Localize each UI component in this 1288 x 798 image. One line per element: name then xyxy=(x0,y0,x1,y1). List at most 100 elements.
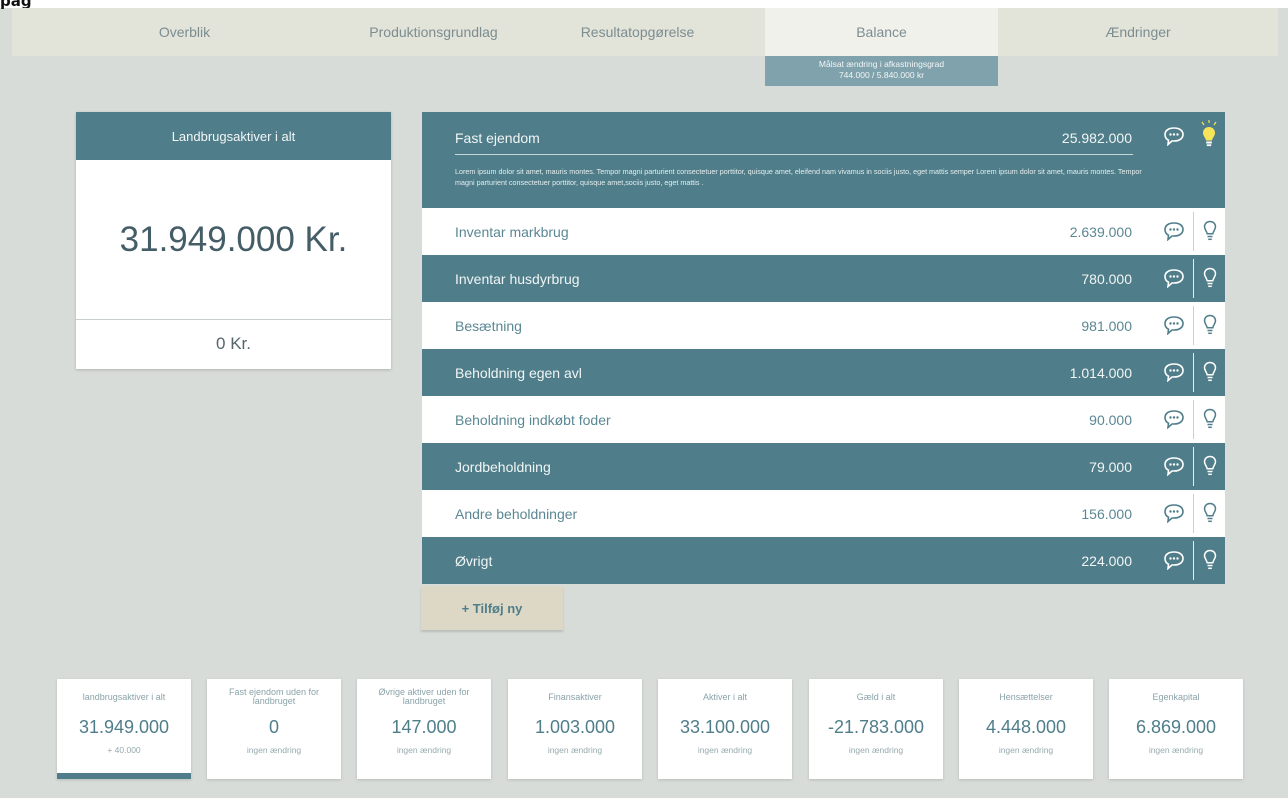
summary-value: 4.448.000 xyxy=(985,717,1067,737)
summary-change: ingen ændring xyxy=(998,745,1054,755)
comment-icon[interactable] xyxy=(1163,126,1185,146)
summary-value: -21.783.000 xyxy=(827,717,925,737)
lightbulb-icon[interactable] xyxy=(1203,502,1217,524)
asset-description: Lorem ipsum dolor sit amet, mauris monte… xyxy=(455,167,1142,187)
summary-card-finansaktiver[interactable]: Finansaktiver 1.003.000 ingen ændring xyxy=(508,679,642,779)
row-separator xyxy=(1193,541,1194,580)
summary-title: Fast ejendom uden for landbruget xyxy=(228,687,320,706)
asset-value: 780.000 xyxy=(1081,270,1132,287)
tip-line-1: Målsat ændring i afkastningsgrad xyxy=(818,59,945,69)
asset-value: 1.014.000 xyxy=(1069,364,1132,381)
summary-title: Egenkapital xyxy=(1152,691,1200,702)
top-strip xyxy=(0,0,1288,8)
asset-value: 2.639.000 xyxy=(1069,223,1132,240)
summary-card-ovrige-aktiver[interactable]: Øvrige aktiver uden for landbruget 147.0… xyxy=(357,679,491,779)
asset-label: Øvrigt xyxy=(455,552,493,569)
row-separator xyxy=(1193,306,1194,345)
asset-label: Inventar markbrug xyxy=(455,223,569,240)
lightbulb-icon[interactable] xyxy=(1203,267,1217,289)
summary-change: + 40.000 xyxy=(107,745,141,755)
asset-row-beholdning-indkobt-foder[interactable]: Beholdning indkøbt foder 90.000 xyxy=(422,396,1225,443)
asset-label: Fast ejendom xyxy=(455,130,540,146)
asset-label: Beholdning indkøbt foder xyxy=(455,411,611,428)
summary-value: 31.949.000 xyxy=(78,717,170,737)
row-separator xyxy=(1193,494,1194,533)
summary-change: ingen ændring xyxy=(246,745,302,755)
asset-value: 981.000 xyxy=(1081,317,1132,334)
active-indicator xyxy=(57,773,191,779)
summary-value: 33.100.000 xyxy=(679,717,771,737)
balance-target-tip: Målsat ændring i afkastningsgrad 744.000… xyxy=(765,56,998,86)
asset-list: Fast ejendom 25.982.000 Lorem ipsum dolo… xyxy=(422,112,1225,584)
summary-title: Finansaktiver xyxy=(548,691,602,702)
summary-title: Hensættelser xyxy=(999,691,1053,702)
summary-title: Aktiver i alt xyxy=(702,691,747,702)
asset-value: 224.000 xyxy=(1081,552,1132,569)
summary-card-landbrugsaktiver[interactable]: landbrugsaktiver i alt 31.949.000 + 40.0… xyxy=(57,679,191,779)
lightbulb-icon[interactable] xyxy=(1203,549,1217,571)
summary-change: ingen ændring xyxy=(547,745,603,755)
tab-overblik[interactable]: Overblik xyxy=(12,8,357,56)
tab-resultatopgorelse[interactable]: Resultatopgørelse xyxy=(510,8,765,56)
lightbulb-icon[interactable] xyxy=(1203,361,1217,383)
lightbulb-icon[interactable] xyxy=(1203,220,1217,242)
asset-row-inventar-husdyrbrug[interactable]: Inventar husdyrbrug 780.000 xyxy=(422,255,1225,302)
comment-icon[interactable] xyxy=(1163,409,1185,429)
lightbulb-icon[interactable] xyxy=(1203,408,1217,430)
comment-icon[interactable] xyxy=(1163,315,1185,335)
tab-balance[interactable]: Balance xyxy=(765,8,998,56)
row-separator xyxy=(1193,259,1194,298)
summary-card-hensaettelser[interactable]: Hensættelser 4.448.000 ingen ændring xyxy=(959,679,1093,779)
summary-card-aktiver-i-alt[interactable]: Aktiver i alt 33.100.000 ingen ændring xyxy=(658,679,792,779)
summary-value: 6.869.000 xyxy=(1135,717,1217,737)
add-new-button[interactable]: + Tilføj ny xyxy=(421,586,563,630)
summary-card-gaeld-i-alt[interactable]: Gæld i alt -21.783.000 ingen ændring xyxy=(809,679,943,779)
summary-change: ingen ændring xyxy=(396,745,452,755)
total-card-change: 0 Kr. xyxy=(216,334,251,353)
row-separator xyxy=(1193,447,1194,486)
asset-label: Besætning xyxy=(455,317,522,334)
asset-label: Jordbeholdning xyxy=(455,458,551,475)
summary-value: 0 xyxy=(268,717,279,737)
asset-value: 25.982.000 xyxy=(1061,130,1132,146)
asset-value: 156.000 xyxy=(1081,505,1132,522)
total-card-title: Landbrugsaktiver i alt xyxy=(76,112,391,160)
summary-title: Øvrige aktiver uden for landbruget xyxy=(378,687,470,706)
comment-icon[interactable] xyxy=(1163,362,1185,382)
summary-change: ingen ændring xyxy=(697,745,753,755)
asset-row-inventar-markbrug[interactable]: Inventar markbrug 2.639.000 xyxy=(422,208,1225,255)
summary-change: ingen ændring xyxy=(1148,745,1204,755)
landbrugsaktiver-total-card: Landbrugsaktiver i alt 31.949.000 Kr. 0 … xyxy=(76,112,391,369)
tab-produktionsgrundlag[interactable]: Produktionsgrundlag xyxy=(357,8,510,56)
asset-value: 79.000 xyxy=(1089,458,1132,475)
asset-row-fast-ejendom[interactable]: Fast ejendom 25.982.000 Lorem ipsum dolo… xyxy=(422,112,1225,208)
lightbulb-icon[interactable] xyxy=(1203,314,1217,336)
asset-row-ovrigt[interactable]: Øvrigt 224.000 xyxy=(422,537,1225,584)
comment-icon[interactable] xyxy=(1163,221,1185,241)
asset-label: Inventar husdyrbrug xyxy=(455,270,580,287)
asset-label: Beholdning egen avl xyxy=(455,364,582,381)
comment-icon[interactable] xyxy=(1163,268,1185,288)
lightbulb-icon[interactable] xyxy=(1203,455,1217,477)
row-separator xyxy=(1193,400,1194,439)
main-tabs: Overblik Produktionsgrundlag Resultatopg… xyxy=(12,8,1278,56)
asset-row-andre-beholdninger[interactable]: Andre beholdninger 156.000 xyxy=(422,490,1225,537)
summary-value: 147.000 xyxy=(391,717,457,737)
summary-change: ingen ændring xyxy=(848,745,904,755)
comment-icon[interactable] xyxy=(1163,550,1185,570)
tab-aendringer[interactable]: Ændringer xyxy=(998,8,1278,56)
asset-row-beholdning-egen-avl[interactable]: Beholdning egen avl 1.014.000 xyxy=(422,349,1225,396)
tip-line-2: 744.000 / 5.840.000 kr xyxy=(838,70,925,80)
comment-icon[interactable] xyxy=(1163,503,1185,523)
comment-icon[interactable] xyxy=(1163,456,1185,476)
summary-card-fast-ejendom-uden[interactable]: Fast ejendom uden for landbruget 0 ingen… xyxy=(207,679,341,779)
summary-card-egenkapital[interactable]: Egenkapital 6.869.000 ingen ændring xyxy=(1109,679,1243,779)
asset-label: Andre beholdninger xyxy=(455,505,578,522)
row-divider xyxy=(455,154,1133,155)
summary-value: 1.003.000 xyxy=(534,717,616,737)
row-separator xyxy=(1193,353,1194,392)
row-separator xyxy=(1193,212,1194,251)
lightbulb-icon-active[interactable] xyxy=(1199,120,1219,150)
asset-row-besaetning[interactable]: Besætning 981.000 xyxy=(422,302,1225,349)
asset-row-jordbeholdning[interactable]: Jordbeholdning 79.000 xyxy=(422,443,1225,490)
